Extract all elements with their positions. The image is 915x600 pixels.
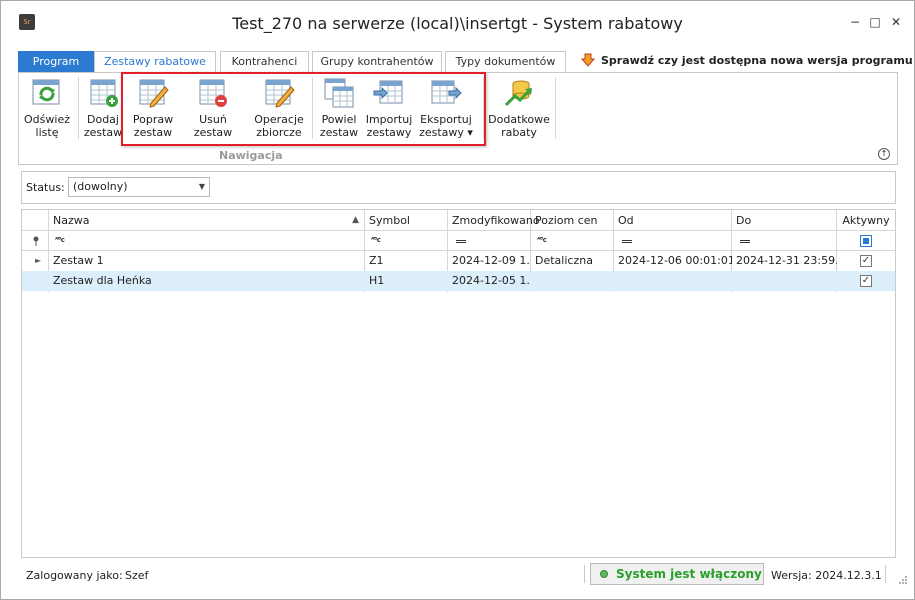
logged-user: Szef xyxy=(125,569,149,582)
column-header-active[interactable]: Aktywny xyxy=(837,210,895,231)
status-filter-select[interactable]: (dowolny) ▼ xyxy=(68,177,210,197)
minimize-button[interactable]: − xyxy=(848,15,862,29)
system-status-label: System jest włączony xyxy=(616,567,762,581)
tab-program[interactable]: Program xyxy=(18,51,94,72)
cell-name: Zestaw 1 xyxy=(53,254,104,267)
cell-to xyxy=(732,271,837,291)
active-checkbox[interactable]: ✓ xyxy=(860,255,872,267)
filter-pin-icon xyxy=(33,236,39,246)
refresh-icon xyxy=(32,79,60,105)
status-separator xyxy=(885,565,886,583)
column-header-label: Nazwa xyxy=(53,214,90,227)
refresh-label-2: listę xyxy=(35,126,59,139)
sets-grid: Nazwa ▲ Symbol Zmodyfikowano Poziom cen … xyxy=(21,209,896,558)
table-row[interactable]: Zestaw dla Heńka H1 2024-12-05 1... ✓ xyxy=(22,271,895,291)
window-title: Test_270 na serwerze (local)\insertgt - … xyxy=(232,14,683,33)
cell-symbol: Z1 xyxy=(369,254,384,267)
add-label-2: zestaw xyxy=(83,126,123,139)
status-filter-label: Status: xyxy=(26,181,65,194)
tab-typy-dokumentow[interactable]: Typy dokumentów xyxy=(445,51,566,72)
extra-label-1: Dodatkowe xyxy=(488,113,550,126)
check-update-link[interactable]: Sprawdź czy jest dostępna nowa wersja pr… xyxy=(601,54,913,67)
extra-label-2: rabaty xyxy=(501,126,537,139)
active-filter-checkbox[interactable] xyxy=(860,235,872,247)
maximize-button[interactable]: □ xyxy=(868,15,882,29)
download-arrow-icon xyxy=(581,53,595,67)
table-row[interactable]: ► Zestaw 1 Z1 2024-12-09 1... Detaliczna… xyxy=(22,251,895,271)
text-filter-icon[interactable]: ᴬᴮc xyxy=(55,236,65,244)
status-separator xyxy=(584,565,585,583)
cell-from: 2024-12-06 00:01:01 xyxy=(618,254,732,267)
sort-ascending-icon: ▲ xyxy=(352,215,359,225)
collapse-ribbon-icon[interactable]: ↑ xyxy=(878,148,890,160)
add-table-icon xyxy=(90,79,118,107)
ribbon-separator xyxy=(78,77,79,139)
tab-zestawy-rabatowe[interactable]: Zestawy rabatowe xyxy=(94,51,216,73)
cell-modified: 2024-12-09 1... xyxy=(452,254,531,267)
status-dot-icon xyxy=(600,570,608,578)
logged-as-label: Zalogowany jako: xyxy=(26,569,123,582)
current-row-indicator-icon: ► xyxy=(35,256,42,265)
ribbon-group-label: Nawigacja xyxy=(219,149,283,162)
cell-price-level xyxy=(531,271,614,291)
refresh-label-1: Odśwież xyxy=(24,113,70,126)
column-header-symbol[interactable]: Symbol xyxy=(365,210,448,231)
cell-to: 2024-12-31 23:59... xyxy=(736,254,837,267)
column-header-modified[interactable]: Zmodyfikowano xyxy=(448,210,540,231)
title-bar: Sr Test_270 na serwerze (local)\insertgt… xyxy=(1,1,914,47)
cell-from xyxy=(614,271,732,291)
cell-modified: 2024-12-05 1... xyxy=(452,274,531,287)
highlight-annotation-box xyxy=(121,72,486,146)
tab-kontrahenci[interactable]: Kontrahenci xyxy=(220,51,309,72)
cell-price-level: Detaliczna xyxy=(535,254,593,267)
column-header-from[interactable]: Od xyxy=(614,210,732,231)
active-checkbox[interactable]: ✓ xyxy=(860,275,872,287)
equals-filter-icon[interactable] xyxy=(622,240,632,243)
status-bar: Zalogowany jako: Szef System jest włączo… xyxy=(1,561,914,599)
add-set-button[interactable]: Dodaj zestaw xyxy=(83,77,123,139)
status-filter-value: (dowolny) xyxy=(73,180,128,193)
filter-panel: Status: (dowolny) ▼ xyxy=(21,171,896,204)
chevron-down-icon: ▼ xyxy=(198,182,205,191)
cell-symbol: H1 xyxy=(369,274,385,287)
add-label-1: Dodaj xyxy=(87,113,119,126)
resize-grip-icon[interactable] xyxy=(898,575,908,585)
extra-discounts-button[interactable]: Dodatkowe rabaty xyxy=(488,77,550,139)
system-status-button[interactable]: System jest włączony xyxy=(590,563,764,585)
version-label: Wersja: 2024.12.3.1 xyxy=(771,569,882,582)
cell-name: Zestaw dla Heńka xyxy=(53,274,152,287)
column-header-to[interactable]: Do xyxy=(732,210,837,231)
main-window: Sr Test_270 na serwerze (local)\insertgt… xyxy=(0,0,915,600)
discount-coins-icon xyxy=(504,80,532,107)
equals-filter-icon[interactable] xyxy=(456,240,466,243)
column-header-price-level[interactable]: Poziom cen xyxy=(531,210,614,231)
equals-filter-icon[interactable] xyxy=(740,240,750,243)
text-filter-icon[interactable]: ᴬᴮc xyxy=(537,236,547,244)
ribbon-separator xyxy=(555,77,556,139)
text-filter-icon[interactable]: ᴬᴮc xyxy=(371,236,381,244)
close-button[interactable]: ✕ xyxy=(889,15,903,29)
column-header-nazwa[interactable]: Nazwa ▲ xyxy=(49,210,365,231)
refresh-list-button[interactable]: Odśwież listę xyxy=(21,77,73,139)
tab-grupy-kontrahentow[interactable]: Grupy kontrahentów xyxy=(312,51,442,72)
